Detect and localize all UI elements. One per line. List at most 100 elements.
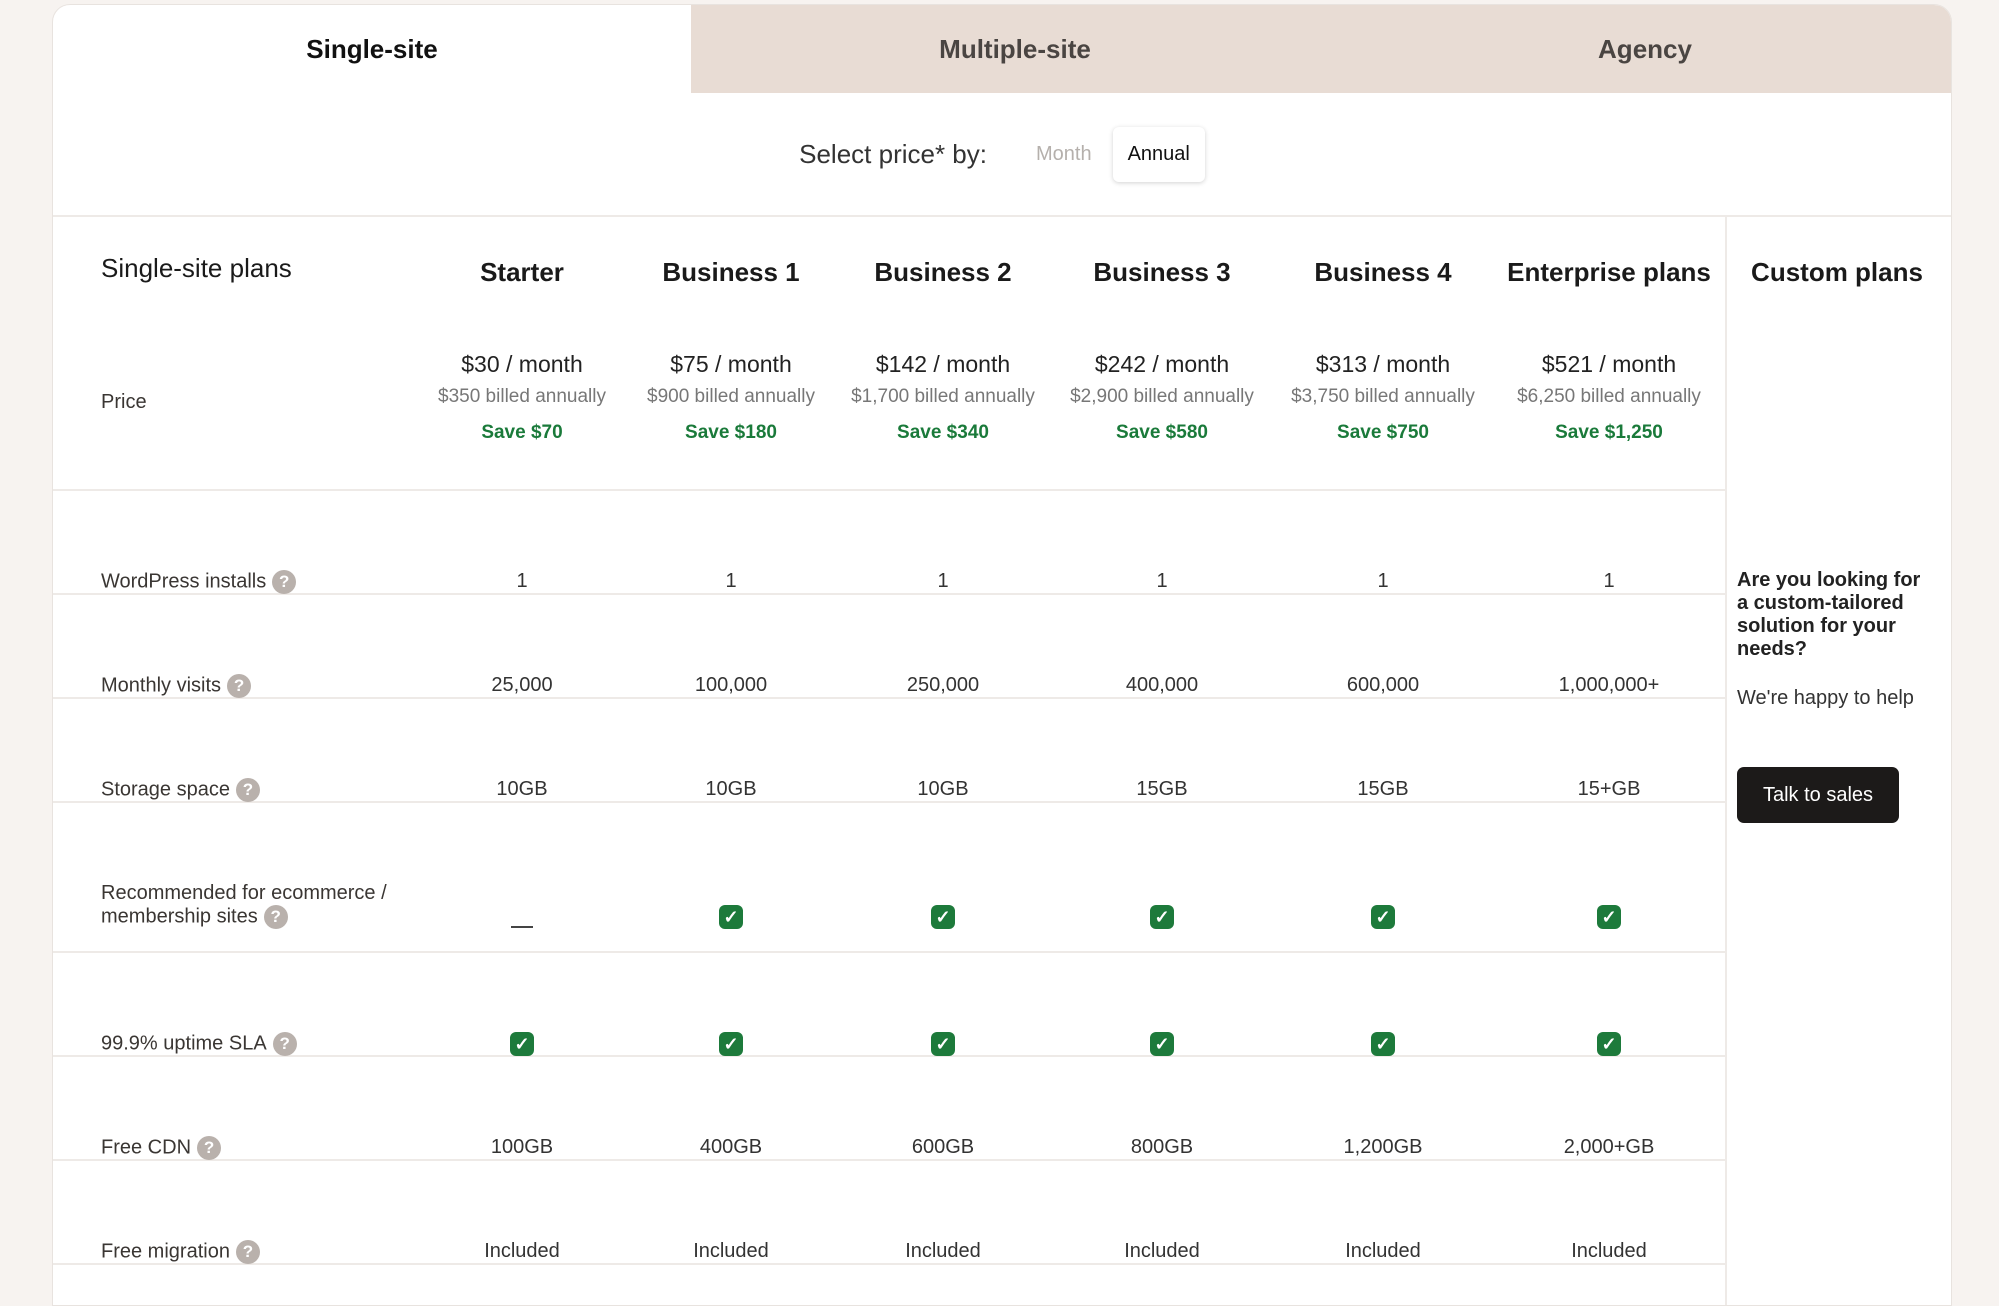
checkbox-checked-icon: ✓ xyxy=(1371,905,1395,929)
plan-price: $142 / month $1,700 billed annually Save $… xyxy=(851,351,1035,444)
talk-to-sales-button[interactable]: Talk to sales xyxy=(1737,767,1899,823)
checkbox-checked-icon: ✓ xyxy=(931,1032,955,1056)
row-label: Free CDN? xyxy=(101,1136,222,1160)
checkbox-checked-icon: ✓ xyxy=(510,1032,534,1056)
plan-price: $521 / month $6,250 billed annually Save $… xyxy=(1517,351,1701,444)
row-divider xyxy=(53,489,1725,491)
table-cell: 100GB xyxy=(490,1136,554,1158)
table-cell: 1 xyxy=(1377,570,1389,592)
help-icon[interactable]: ? xyxy=(263,905,288,929)
table-cell: 1 xyxy=(516,570,528,592)
table-cell: 250,000 xyxy=(906,674,980,696)
row-label: 99.9% uptime SLA? xyxy=(101,1032,297,1056)
row-label-text: Monthly visits xyxy=(101,674,222,697)
table-cell: 15GB xyxy=(1136,778,1188,800)
price-main: $242 / month xyxy=(1094,351,1230,377)
custom-divider xyxy=(1725,217,1727,1305)
table-cell: 10GB xyxy=(496,778,548,800)
table-cell: 100,000 xyxy=(694,674,768,696)
table-cell: 400,000 xyxy=(1125,674,1199,696)
price-sub: $1,700 billed annually xyxy=(851,386,1035,407)
plan-header: Business 1 xyxy=(662,257,800,287)
table-cell: Included xyxy=(484,1240,560,1262)
price-main: $521 / month xyxy=(1541,351,1677,377)
checkbox-checked-icon: ✓ xyxy=(719,905,743,929)
table-cell: Included xyxy=(1345,1240,1421,1262)
row-divider xyxy=(53,801,1725,803)
price-save: Save $340 xyxy=(897,422,989,443)
price-sub: $900 billed annually xyxy=(647,386,815,407)
row-divider xyxy=(53,1263,1725,1265)
row-label: Free migration? xyxy=(101,1240,260,1264)
help-icon[interactable]: ? xyxy=(272,570,297,594)
toggle-month[interactable]: Month xyxy=(1021,127,1107,182)
table-cell: Included xyxy=(1124,1240,1200,1262)
checkbox-checked-icon: ✓ xyxy=(1597,1032,1621,1056)
plan-price: $313 / month $3,750 billed annually Save $… xyxy=(1291,351,1475,444)
plan-price: $75 / month $900 billed annually Save $180 xyxy=(647,351,815,444)
help-icon[interactable]: ? xyxy=(197,1136,222,1160)
row-label-text: Storage space xyxy=(101,778,230,801)
pricing-card: Single-site Multiple-site Agency Select … xyxy=(52,4,1952,1306)
toggle-annual[interactable]: Annual xyxy=(1112,126,1205,182)
plan-header: Enterprise plans xyxy=(1507,257,1711,287)
plan-price: $30 / month $350 billed annually Save $70 xyxy=(438,351,606,444)
row-label-text: Recommended for ecommerce / membership s… xyxy=(101,882,387,928)
table-cell: 600GB xyxy=(911,1136,975,1158)
row-divider xyxy=(53,951,1725,953)
tab-multiple-site[interactable]: Multiple-site xyxy=(691,5,1339,93)
help-icon[interactable]: ? xyxy=(235,1240,260,1264)
price-sub: $2,900 billed annually xyxy=(1070,386,1254,407)
price-sub: $3,750 billed annually xyxy=(1291,386,1475,407)
plan-header: Business 3 xyxy=(1093,257,1231,287)
plan-header: Business 2 xyxy=(874,257,1012,287)
row-divider xyxy=(53,593,1725,595)
price-main: $313 / month xyxy=(1315,351,1451,377)
price-main: $75 / month xyxy=(670,351,792,377)
table-cell: 800GB xyxy=(1130,1136,1194,1158)
row-label: Monthly visits? xyxy=(101,674,252,698)
plan-tabs: Single-site Multiple-site Agency xyxy=(53,5,1951,93)
checkbox-checked-icon: ✓ xyxy=(1371,1032,1395,1056)
checkbox-checked-icon: ✓ xyxy=(931,905,955,929)
table-cell: Included xyxy=(905,1240,981,1262)
checkbox-checked-icon: ✓ xyxy=(1150,905,1174,929)
price-save: Save $580 xyxy=(1116,422,1208,443)
table-cell: 10GB xyxy=(917,778,969,800)
table-cell: 1 xyxy=(937,570,949,592)
price-save: Save $750 xyxy=(1337,422,1429,443)
tab-agency[interactable]: Agency xyxy=(1339,5,1951,93)
plan-price: $242 / month $2,900 billed annually Save $… xyxy=(1070,351,1254,444)
table-cell: 1 xyxy=(1156,570,1168,592)
plan-header: Starter xyxy=(480,257,564,287)
checkbox-checked-icon: ✓ xyxy=(719,1032,743,1056)
plan-header: Business 4 xyxy=(1314,257,1452,287)
price-row-label: Price xyxy=(101,391,147,413)
help-icon[interactable]: ? xyxy=(272,1032,297,1056)
tab-single-site[interactable]: Single-site xyxy=(53,5,691,93)
table-title: Single-site plans xyxy=(101,253,292,283)
billing-toggle: Month Annual xyxy=(1021,126,1205,182)
table-cell: 1,000,000+ xyxy=(1558,674,1660,696)
row-label: Storage space? xyxy=(101,778,260,802)
row-label: WordPress installs? xyxy=(101,570,297,594)
table-cell: 600,000 xyxy=(1346,674,1420,696)
row-label-text: Free CDN xyxy=(101,1136,192,1159)
custom-help-text: We're happy to help xyxy=(1737,687,1914,709)
custom-plans-header: Custom plans xyxy=(1751,257,1923,287)
checkbox-checked-icon: ✓ xyxy=(1150,1032,1174,1056)
row-divider xyxy=(53,697,1725,699)
table-cell: 2,000+GB xyxy=(1563,1136,1655,1158)
table-cell: 10GB xyxy=(705,778,757,800)
price-save: Save $70 xyxy=(481,422,563,443)
price-sub: $350 billed annually xyxy=(438,386,606,407)
help-icon[interactable]: ? xyxy=(235,778,260,802)
checkbox-checked-icon: ✓ xyxy=(1597,905,1621,929)
table-cell: 15GB xyxy=(1357,778,1409,800)
price-main: $30 / month xyxy=(461,351,583,377)
row-label: Recommended for ecommerce / membership s… xyxy=(101,882,391,929)
help-icon[interactable]: ? xyxy=(227,674,252,698)
table-cell: 400GB xyxy=(699,1136,763,1158)
table-cell: 1,200GB xyxy=(1343,1136,1423,1158)
table-cell: Included xyxy=(1571,1240,1647,1262)
